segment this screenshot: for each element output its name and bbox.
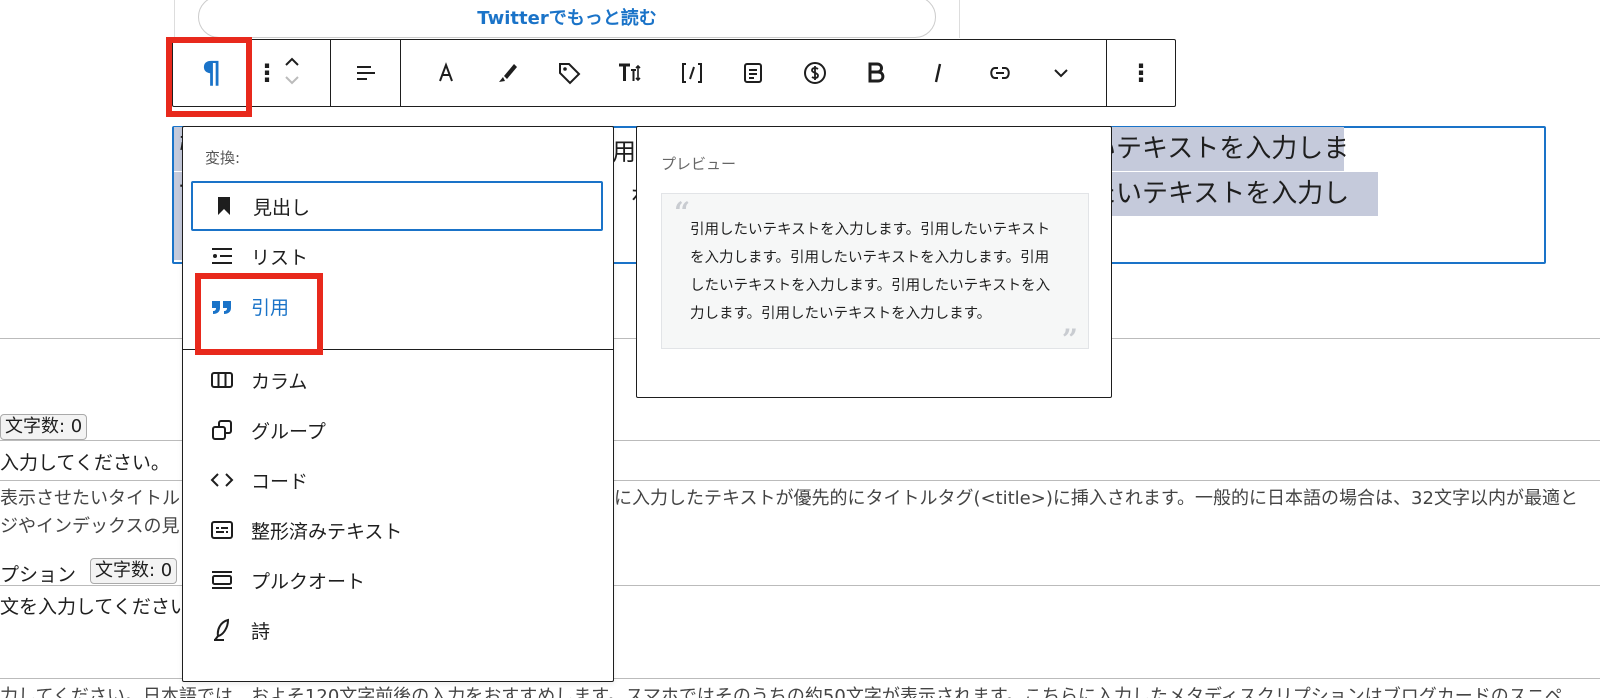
- title-help-text-cont: に入力したテキストが優先的にタイトルタグ(<title>)に挿入されます。一般的…: [614, 488, 1578, 509]
- link-icon[interactable]: [970, 40, 1030, 106]
- transform-group[interactable]: グループ: [191, 405, 603, 455]
- description-help-text: 力してください。日本語では、およそ120文字前後の入力をおすすめします。スマホで…: [0, 686, 1563, 698]
- block-switcher-group: ¶: [173, 40, 251, 106]
- pullquote-icon: [209, 567, 235, 593]
- paragraph-text-line: たいテキストを入力し: [1086, 172, 1378, 216]
- transform-code-label: コード: [251, 470, 309, 493]
- paragraph-text-line: いテキストを入力しま: [1086, 127, 1349, 171]
- preview-title: プレビュー: [661, 155, 737, 173]
- italic-icon[interactable]: [908, 40, 968, 106]
- move-down-icon[interactable]: [284, 73, 300, 91]
- description-label: プション: [0, 564, 77, 586]
- transform-preformatted[interactable]: 整形済みテキスト: [191, 505, 603, 555]
- transform-heading-label: 見出し: [253, 196, 311, 219]
- transform-list-label: リスト: [251, 246, 309, 269]
- text-color-icon[interactable]: [416, 40, 476, 106]
- transform-label: 変換:: [205, 149, 241, 167]
- align-icon[interactable]: [332, 40, 400, 106]
- paragraph-text-fragment: 用: [612, 138, 636, 166]
- quote-icon: [209, 293, 235, 319]
- code-icon: [209, 467, 235, 493]
- font-size-icon[interactable]: [600, 40, 660, 106]
- preview-quote-box: “ 引用したいテキストを入力します。引用したいテキストを入力します。引用したいテ…: [661, 193, 1089, 356]
- align-group: [331, 40, 401, 106]
- transform-preformatted-label: 整形済みテキスト: [251, 520, 403, 543]
- block-mover: [277, 55, 307, 91]
- transform-group-label: グループ: [251, 420, 326, 443]
- preview-quote-text: 引用したいテキストを入力します。引用したいテキストを入力します。引用したいテキス…: [690, 222, 1051, 322]
- twitter-read-more-button[interactable]: Twitterでもっと読む: [198, 0, 936, 38]
- description-input-placeholder[interactable]: 文を入力してください: [0, 592, 189, 619]
- transform-columns-label: カラム: [251, 370, 308, 393]
- dollar-icon[interactable]: [785, 40, 845, 106]
- description-char-counter: 文字数: 0: [90, 558, 178, 584]
- transform-pullquote-label: プルクオート: [251, 570, 366, 593]
- bold-icon[interactable]: [846, 40, 906, 106]
- close-quote-icon: ”: [1061, 323, 1078, 356]
- transform-verse[interactable]: 詩: [191, 605, 603, 655]
- transform-preview: プレビュー “ 引用したいテキストを入力します。引用したいテキストを入力します。…: [636, 126, 1112, 398]
- preformatted-icon: [209, 517, 235, 543]
- title-help-text-line2: ジやインデックスの見: [0, 516, 180, 537]
- menu-separator: [183, 349, 613, 350]
- bookmark-icon: [211, 193, 237, 219]
- transform-columns[interactable]: カラム: [191, 355, 603, 405]
- document-icon[interactable]: [723, 40, 783, 106]
- drag-handle-icon[interactable]: ⋮: [255, 59, 279, 87]
- columns-icon: [209, 367, 235, 393]
- move-up-icon[interactable]: [284, 55, 300, 73]
- highlighter-icon[interactable]: [477, 40, 537, 106]
- transform-pullquote[interactable]: プルクオート: [191, 555, 603, 605]
- group-icon: [209, 417, 235, 443]
- title-char-counter: 文字数: 0: [0, 414, 88, 440]
- tag-icon[interactable]: [539, 40, 599, 106]
- shortcode-icon[interactable]: [662, 40, 722, 106]
- block-mover-group: ⋮: [251, 40, 331, 106]
- transform-quote-label: 引用: [251, 296, 290, 319]
- verse-icon: [209, 617, 235, 643]
- transform-quote[interactable]: 引用: [191, 281, 603, 331]
- paragraph-icon[interactable]: ¶: [178, 40, 246, 106]
- transform-heading[interactable]: 見出し: [191, 181, 603, 231]
- title-input-placeholder[interactable]: 入力してください。: [0, 448, 170, 475]
- transform-code[interactable]: コード: [191, 455, 603, 505]
- format-group: [401, 40, 1107, 106]
- open-quote-icon: “: [674, 196, 691, 229]
- list-icon: [209, 243, 235, 269]
- title-help-text: 表示させたいタイトル: [0, 488, 180, 509]
- chevron-down-icon[interactable]: [1031, 40, 1091, 106]
- transform-menu: 変換: 見出し リスト 引用 カラム グループ コード 整形済みテキスト プルク…: [182, 126, 614, 682]
- transform-verse-label: 詩: [251, 620, 271, 643]
- more-options-icon[interactable]: ⋮: [1107, 40, 1175, 106]
- transform-list[interactable]: リスト: [191, 231, 603, 281]
- options-group: ⋮: [1107, 40, 1175, 106]
- block-toolbar: ¶ ⋮ ⋮: [172, 39, 1176, 107]
